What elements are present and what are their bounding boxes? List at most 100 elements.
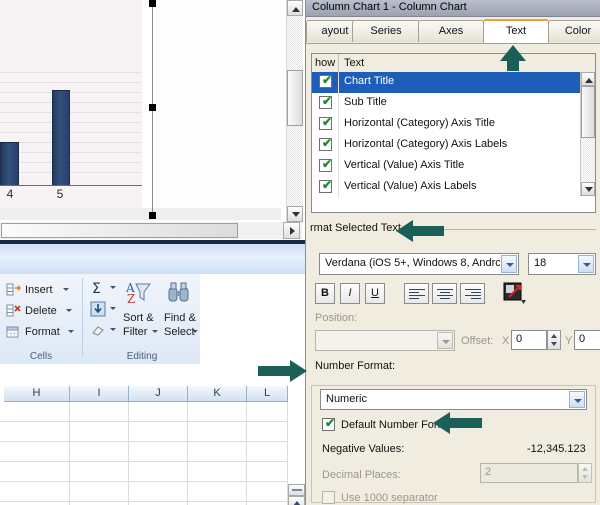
list-item-label: Vertical (Value) Axis Title: [344, 159, 465, 171]
chevron-down-icon[interactable]: [437, 332, 453, 349]
position-dropdown[interactable]: [315, 330, 455, 351]
scroll-split-handle[interactable]: [288, 484, 305, 496]
chevron-down-icon[interactable]: [578, 255, 594, 273]
scroll-up-arrow-icon[interactable]: [288, 496, 305, 505]
bold-button[interactable]: B: [315, 283, 335, 304]
column-header[interactable]: J: [129, 386, 188, 402]
fill-icon[interactable]: [90, 301, 106, 317]
spinner-down-icon[interactable]: [582, 475, 588, 479]
format-dropdown-caret-icon[interactable]: [68, 330, 74, 333]
italic-button[interactable]: I: [340, 283, 360, 304]
column-header[interactable]: K: [188, 386, 247, 402]
scrollbar-thumb[interactable]: [1, 223, 238, 238]
sort-filter-label-line1[interactable]: Sort &: [123, 312, 154, 324]
offset-y-field[interactable]: 0: [574, 330, 600, 350]
clear-eraser-icon[interactable]: [90, 322, 106, 338]
sort-filter-dropdown-caret-icon[interactable]: [152, 330, 158, 333]
row-checkbox[interactable]: ✔: [319, 136, 333, 151]
list-item-label: Vertical (Value) Axis Labels: [344, 180, 477, 192]
row-checkbox[interactable]: ✔: [319, 74, 332, 88]
check-icon: ✔: [322, 136, 333, 150]
offset-x-field[interactable]: 0: [511, 330, 547, 350]
chart-selection-handle[interactable]: [149, 0, 156, 7]
scroll-right-arrow-icon[interactable]: [283, 222, 300, 239]
column-header[interactable]: H: [4, 386, 70, 402]
svg-text:Z: Z: [127, 292, 135, 306]
list-item[interactable]: ✔ Horizontal (Category) Axis Labels: [312, 135, 581, 156]
autosum-dropdown-caret-icon[interactable]: [110, 286, 116, 289]
list-item[interactable]: ✔ Vertical (Value) Axis Labels: [312, 177, 581, 198]
tab-color[interactable]: Color: [548, 20, 600, 42]
spinner-down-icon[interactable]: [551, 342, 557, 346]
list-item[interactable]: ✔ Vertical (Value) Axis Title: [312, 156, 581, 177]
default-number-format-checkbox[interactable]: ✔: [322, 417, 335, 431]
decimal-places-spinner[interactable]: [578, 463, 592, 483]
find-select-label-line2[interactable]: Select: [164, 326, 195, 338]
chart-category-label: 4: [6, 187, 14, 201]
scrollbar-thumb[interactable]: [287, 70, 303, 126]
chart-pane-vertical-scrollbar[interactable]: [286, 0, 303, 222]
chart-selection-handle[interactable]: [149, 104, 156, 111]
ribbon-group-editing: Σ A Z Sort & Filter Find & Select Editin…: [84, 274, 200, 364]
scrollbar-thumb[interactable]: [581, 86, 595, 138]
number-format-value: Numeric: [326, 393, 367, 405]
font-color-button[interactable]: [503, 282, 527, 305]
font-size-dropdown[interactable]: 18: [528, 253, 596, 275]
row-checkbox[interactable]: ✔: [319, 95, 332, 109]
use-1000-separator-checkbox[interactable]: [322, 491, 335, 504]
use-1000-separator-label: Use 1000 separator: [341, 492, 438, 504]
autosum-sigma-icon[interactable]: Σ: [90, 280, 106, 297]
find-select-dropdown-caret-icon[interactable]: [192, 330, 198, 333]
column-header[interactable]: I: [70, 386, 129, 402]
check-icon: ✔: [322, 157, 333, 171]
list-item[interactable]: ✔ Chart Title: [312, 72, 581, 93]
font-family-dropdown[interactable]: Verdana (iOS 5+, Windows 8, Andrc: [319, 253, 519, 275]
delete-dropdown-caret-icon[interactable]: [66, 309, 72, 312]
decimal-places-field[interactable]: 2: [480, 463, 578, 483]
insert-dropdown-caret-icon[interactable]: [63, 288, 69, 291]
offset-x-spinner[interactable]: [547, 330, 561, 350]
find-select-label-line1[interactable]: Find &: [164, 312, 196, 324]
excel-vertical-scrollbar[interactable]: [288, 484, 305, 505]
find-select-binoculars-icon[interactable]: [166, 280, 192, 306]
spinner-up-icon[interactable]: [582, 467, 588, 471]
chevron-down-icon[interactable]: [569, 391, 585, 408]
list-item[interactable]: ✔ Horizontal (Category) Axis Title: [312, 114, 581, 135]
listbox-vertical-scrollbar[interactable]: [580, 72, 595, 196]
decimal-places-label: Decimal Places:: [322, 469, 401, 481]
insert-button-label[interactable]: Insert: [25, 284, 53, 296]
excel-cell-area[interactable]: [0, 402, 288, 505]
chevron-down-icon[interactable]: [501, 255, 517, 273]
font-size-value: 18: [534, 257, 547, 269]
tab-text[interactable]: Text: [483, 19, 549, 43]
scroll-down-arrow-icon[interactable]: [287, 206, 303, 222]
column-header[interactable]: L: [247, 386, 288, 402]
clear-dropdown-caret-icon[interactable]: [110, 328, 116, 331]
chart-selection-handle[interactable]: [149, 212, 156, 219]
spinner-up-icon[interactable]: [551, 334, 557, 338]
underline-button[interactable]: U: [365, 283, 385, 304]
row-checkbox[interactable]: ✔: [319, 157, 333, 172]
delete-button-label[interactable]: Delete: [25, 305, 57, 317]
fill-dropdown-caret-icon[interactable]: [110, 307, 116, 310]
align-center-button[interactable]: [432, 283, 457, 304]
scroll-up-arrow-icon[interactable]: [287, 0, 303, 16]
excel-ribbon-tabs[interactable]: iew: [0, 258, 305, 286]
scroll-up-arrow-icon[interactable]: [581, 72, 595, 86]
row-checkbox[interactable]: ✔: [319, 116, 332, 130]
align-left-button[interactable]: [404, 283, 429, 304]
row-checkbox[interactable]: ✔: [319, 179, 332, 193]
tab-axes[interactable]: Axes: [418, 20, 484, 42]
align-right-button[interactable]: [460, 283, 485, 304]
scroll-down-arrow-icon[interactable]: [581, 182, 595, 196]
format-selected-text-label: rmat Selected Text: [310, 222, 401, 234]
sort-filter-label-line2[interactable]: Filter: [123, 326, 147, 338]
panel-tabs[interactable]: ayout Series Axes Text Color: [306, 17, 600, 44]
tab-series[interactable]: Series: [352, 20, 420, 42]
listbox-header: how Text: [312, 54, 595, 73]
sort-filter-icon[interactable]: A Z: [125, 280, 152, 306]
number-format-dropdown[interactable]: Numeric: [320, 389, 587, 410]
format-button-label[interactable]: Format: [25, 326, 60, 338]
list-item[interactable]: ✔ Sub Title: [312, 93, 581, 114]
text-elements-listbox[interactable]: how Text ✔ Chart Title ✔ Sub Title ✔ Hor…: [311, 53, 596, 213]
